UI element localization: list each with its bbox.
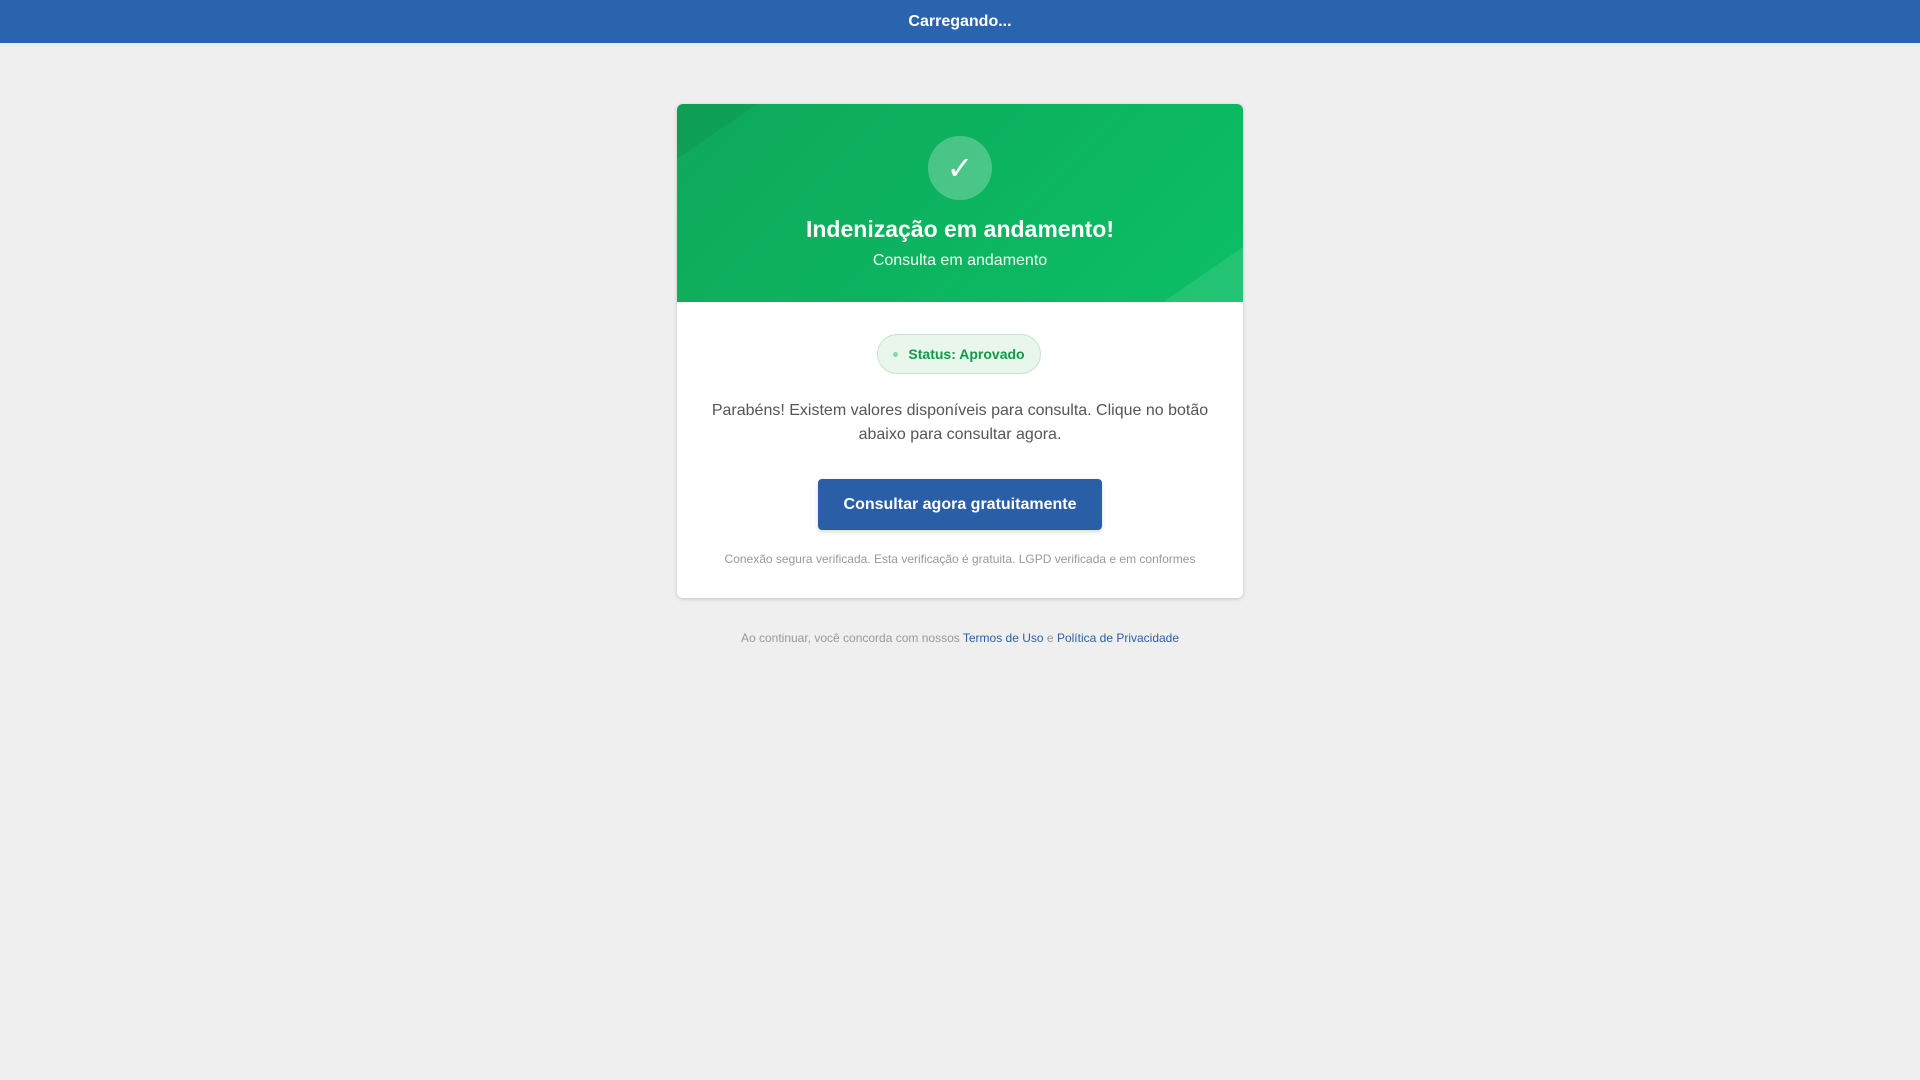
status-label: Status: Aprovado (908, 346, 1025, 362)
secure-connection-note: Conexão segura verificada. Esta verifica… (724, 552, 1196, 566)
privacy-policy-link[interactable]: Política de Privacidade (1057, 631, 1179, 645)
status-dot-icon (893, 351, 899, 357)
page-title: Indenização em andamento! (805, 216, 1114, 242)
footer-conjunction: e (1046, 631, 1054, 645)
message-line-1: Parabéns! Existem valores disponíveis pa… (711, 402, 1209, 419)
page-subtitle: Consulta em andamento (872, 252, 1048, 269)
message-text: Parabéns! Existem valores disponíveis pa… (707, 399, 1213, 447)
top-bar: Carregando... (0, 0, 1920, 43)
status-badge: Status: Aprovado (877, 334, 1041, 374)
loading-text: Carregando... (908, 12, 1012, 30)
consult-now-button[interactable]: Consultar agora gratuitamente (818, 479, 1102, 530)
footer-prefix: Ao continuar, você concorda com nossos (740, 631, 960, 645)
check-icon: ✓ (928, 136, 992, 200)
footer-consent: Ao continuar, você concorda com nossos T… (0, 631, 1920, 645)
card-body: Status: Aprovado Parabéns! Existem valor… (677, 302, 1243, 598)
result-card: ✓ Indenização em andamento! Consulta em … (677, 104, 1243, 598)
message-line-2: abaixo para consultar agora. (858, 426, 1062, 443)
terms-of-use-link[interactable]: Termos de Uso (963, 631, 1044, 645)
decorative-corner-top-left (677, 104, 757, 159)
card-header: ✓ Indenização em andamento! Consulta em … (677, 104, 1243, 302)
